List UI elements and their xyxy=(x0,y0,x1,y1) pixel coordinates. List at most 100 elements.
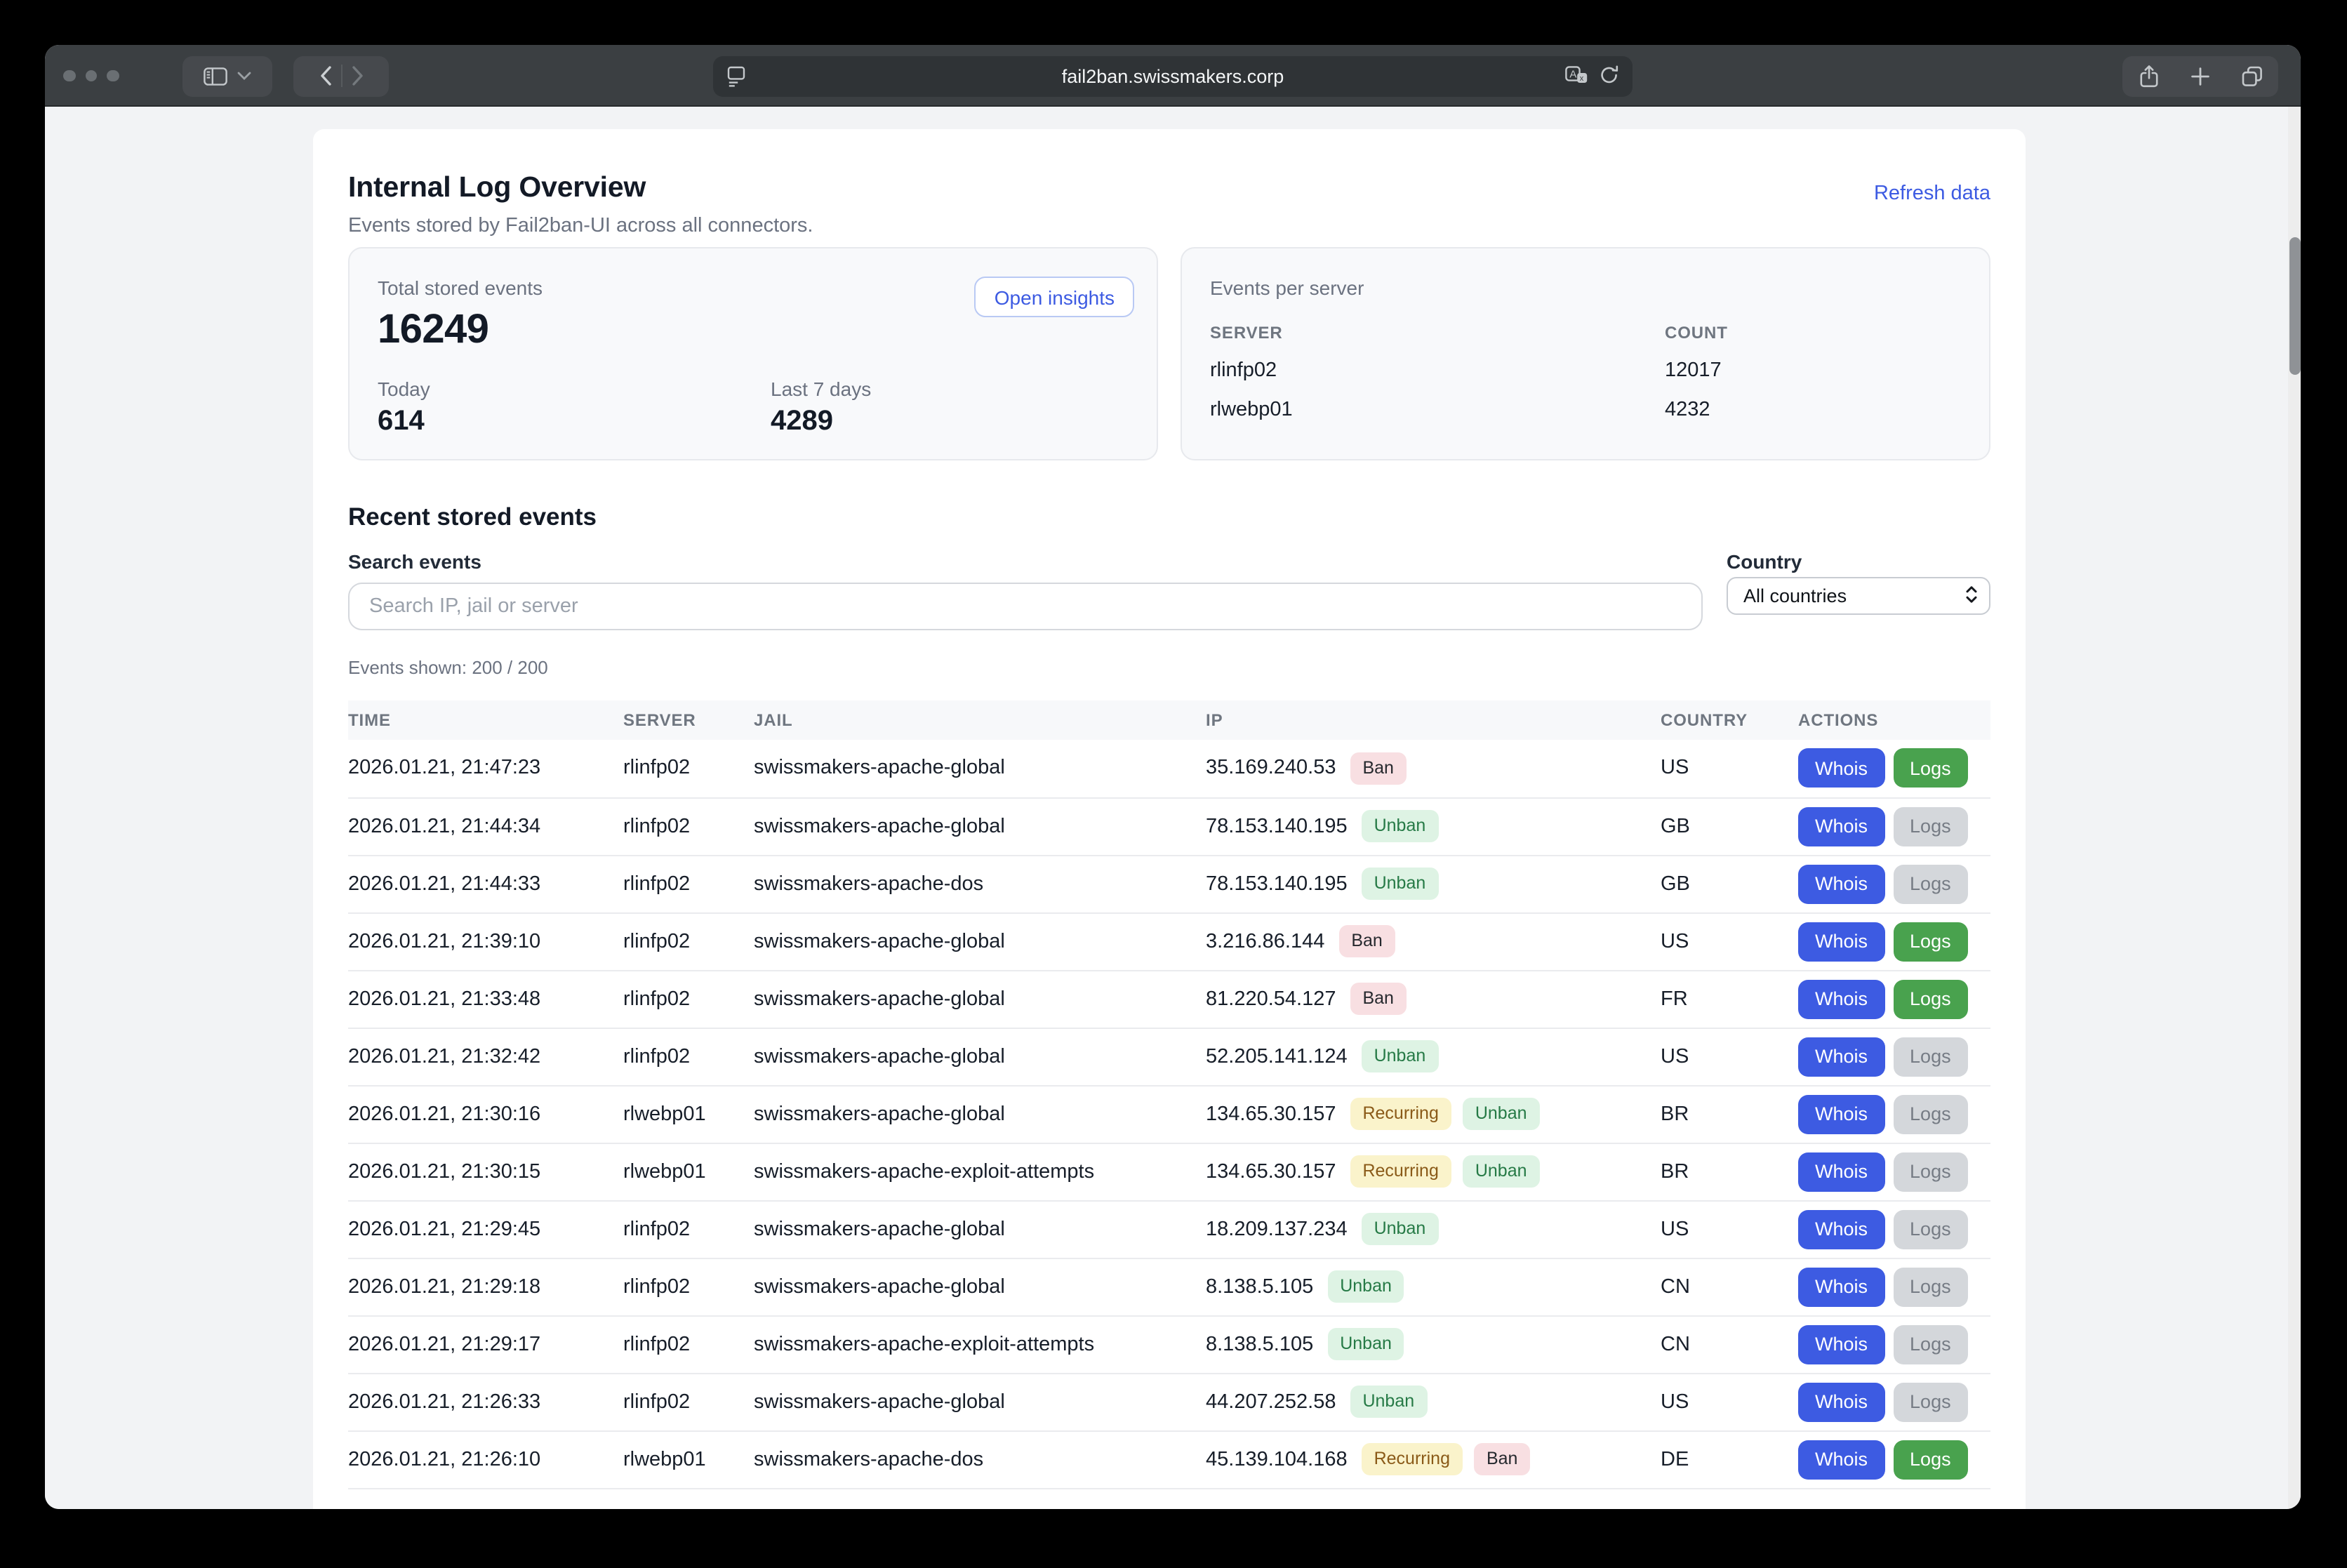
table-row: 2026.01.21, 21:30:16 rlwebp01 swissmaker… xyxy=(348,1085,1990,1143)
badge-unban: Unban xyxy=(1362,868,1439,900)
share-icon[interactable] xyxy=(2139,64,2158,88)
whois-button[interactable]: Whois xyxy=(1798,806,1884,846)
event-time: 2026.01.21, 21:44:34 xyxy=(348,797,623,855)
event-country: FR xyxy=(1661,970,1798,1028)
event-ip: 81.220.54.127 xyxy=(1206,988,1336,1010)
reload-icon[interactable] xyxy=(1599,65,1620,86)
event-country: US xyxy=(1661,1200,1798,1258)
country-select[interactable]: All countries xyxy=(1727,577,1990,615)
table-row: 2026.01.21, 21:26:10 rlwebp01 swissmaker… xyxy=(348,1430,1990,1488)
event-country: BR xyxy=(1661,1085,1798,1143)
today-value: 614 xyxy=(378,406,771,438)
event-server: rlwebp01 xyxy=(623,1143,754,1200)
event-ip: 45.139.104.168 xyxy=(1206,1448,1348,1470)
logs-button: Logs xyxy=(1893,1037,1968,1076)
whois-button[interactable]: Whois xyxy=(1798,1440,1884,1479)
event-ip-cell: 8.138.5.105 Unban xyxy=(1206,1315,1661,1373)
badge-unban: Unban xyxy=(1362,1213,1439,1245)
col-country: COUNTRY xyxy=(1661,700,1798,740)
sidebar-icon xyxy=(204,67,227,85)
whois-button[interactable]: Whois xyxy=(1798,1382,1884,1421)
translate-icon[interactable]: A x xyxy=(1565,65,1588,85)
scrollbar-thumb[interactable] xyxy=(2289,237,2300,375)
whois-button[interactable]: Whois xyxy=(1798,1152,1884,1191)
event-time: 2026.01.21, 21:29:17 xyxy=(348,1315,623,1373)
whois-button[interactable]: Whois xyxy=(1798,1324,1884,1364)
page-title: Internal Log Overview xyxy=(348,171,813,205)
per-server-col-count: COUNT xyxy=(1665,323,1728,343)
event-badges: Ban xyxy=(1350,752,1407,785)
events-shown-text: Events shown: 200 / 200 xyxy=(348,657,1990,678)
event-country: CN xyxy=(1661,1315,1798,1373)
event-jail: swissmakers-apache-global xyxy=(754,912,1206,970)
table-row: 2026.01.21, 21:33:48 rlinfp02 swissmaker… xyxy=(348,970,1990,1028)
tab-overview-icon[interactable] xyxy=(2241,65,2262,86)
server-count: 12017 xyxy=(1665,359,1722,382)
event-badges: Unban xyxy=(1362,810,1439,842)
new-tab-icon[interactable] xyxy=(2190,67,2209,85)
event-server: rlinfp02 xyxy=(623,1373,754,1430)
back-button[interactable] xyxy=(319,66,331,86)
event-badges: RecurringUnban xyxy=(1350,1155,1539,1188)
whois-button[interactable]: Whois xyxy=(1798,922,1884,961)
table-row: 2026.01.21, 21:29:17 rlinfp02 swissmaker… xyxy=(348,1315,1990,1373)
scrollbar-track[interactable] xyxy=(2288,107,2301,1509)
event-ip: 35.169.240.53 xyxy=(1206,757,1336,780)
badge-ban: Ban xyxy=(1474,1443,1531,1475)
event-time: 2026.01.21, 21:26:10 xyxy=(348,1430,623,1488)
whois-button[interactable]: Whois xyxy=(1798,1094,1884,1134)
event-server: rlinfp02 xyxy=(623,740,754,797)
event-badges: Unban xyxy=(1362,1213,1439,1245)
logs-button[interactable]: Logs xyxy=(1893,1440,1968,1479)
event-ip: 52.205.141.124 xyxy=(1206,1045,1348,1068)
logs-button[interactable]: Logs xyxy=(1893,922,1968,961)
url-text: fail2ban.swissmakers.corp xyxy=(713,55,1633,96)
whois-button[interactable]: Whois xyxy=(1798,749,1884,788)
event-time: 2026.01.21, 21:30:16 xyxy=(348,1085,623,1143)
whois-button[interactable]: Whois xyxy=(1798,1267,1884,1306)
event-jail: swissmakers-apache-global xyxy=(754,797,1206,855)
badge-ban: Ban xyxy=(1350,752,1407,785)
logs-button: Logs xyxy=(1893,1152,1968,1191)
whois-button[interactable]: Whois xyxy=(1798,1037,1884,1076)
open-insights-button[interactable]: Open insights xyxy=(975,277,1134,317)
table-row: 2026.01.21, 21:29:45 rlinfp02 swissmaker… xyxy=(348,1200,1990,1258)
logs-button[interactable]: Logs xyxy=(1893,749,1968,788)
event-ip-cell: 134.65.30.157 RecurringUnban xyxy=(1206,1143,1661,1200)
event-jail: swissmakers-apache-dos xyxy=(754,1430,1206,1488)
event-jail: swissmakers-apache-exploit-attempts xyxy=(754,1315,1206,1373)
event-actions: WhoisLogs xyxy=(1798,1315,1990,1373)
browser-window: fail2ban.swissmakers.corp A x xyxy=(45,45,2301,1509)
whois-button[interactable]: Whois xyxy=(1798,979,1884,1018)
logs-button[interactable]: Logs xyxy=(1893,979,1968,1018)
event-actions: WhoisLogs xyxy=(1798,1085,1990,1143)
badge-unban: Unban xyxy=(1463,1098,1540,1130)
minimize-window-button[interactable] xyxy=(85,70,97,82)
event-country: GB xyxy=(1661,855,1798,912)
event-time: 2026.01.21, 21:29:45 xyxy=(348,1200,623,1258)
badge-unban: Unban xyxy=(1350,1386,1427,1418)
sidebar-toggle-button[interactable] xyxy=(182,55,272,96)
refresh-data-link[interactable]: Refresh data xyxy=(1874,182,1990,205)
event-ip-cell: 81.220.54.127 Ban xyxy=(1206,970,1661,1028)
whois-button[interactable]: Whois xyxy=(1798,1209,1884,1249)
table-row: 2026.01.21, 21:44:33 rlinfp02 swissmaker… xyxy=(348,855,1990,912)
badge-unban: Unban xyxy=(1362,810,1439,842)
forward-button[interactable] xyxy=(352,66,363,86)
event-country: US xyxy=(1661,740,1798,797)
event-actions: WhoisLogs xyxy=(1798,1430,1990,1488)
close-window-button[interactable] xyxy=(63,70,75,82)
address-bar[interactable]: fail2ban.swissmakers.corp A x xyxy=(713,55,1633,96)
logs-button: Logs xyxy=(1893,806,1968,846)
event-actions: WhoisLogs xyxy=(1798,1143,1990,1200)
whois-button[interactable]: Whois xyxy=(1798,864,1884,903)
badge-unban: Unban xyxy=(1327,1270,1404,1303)
event-badges: Unban xyxy=(1327,1270,1404,1303)
event-time: 2026.01.21, 21:33:48 xyxy=(348,970,623,1028)
event-actions: WhoisLogs xyxy=(1798,1373,1990,1430)
zoom-window-button[interactable] xyxy=(107,70,119,82)
event-ip-cell: 78.153.140.195 Unban xyxy=(1206,797,1661,855)
event-server: rlinfp02 xyxy=(623,912,754,970)
table-row: 2026.01.21, 21:39:10 rlinfp02 swissmaker… xyxy=(348,912,1990,970)
search-input[interactable] xyxy=(348,583,1703,630)
